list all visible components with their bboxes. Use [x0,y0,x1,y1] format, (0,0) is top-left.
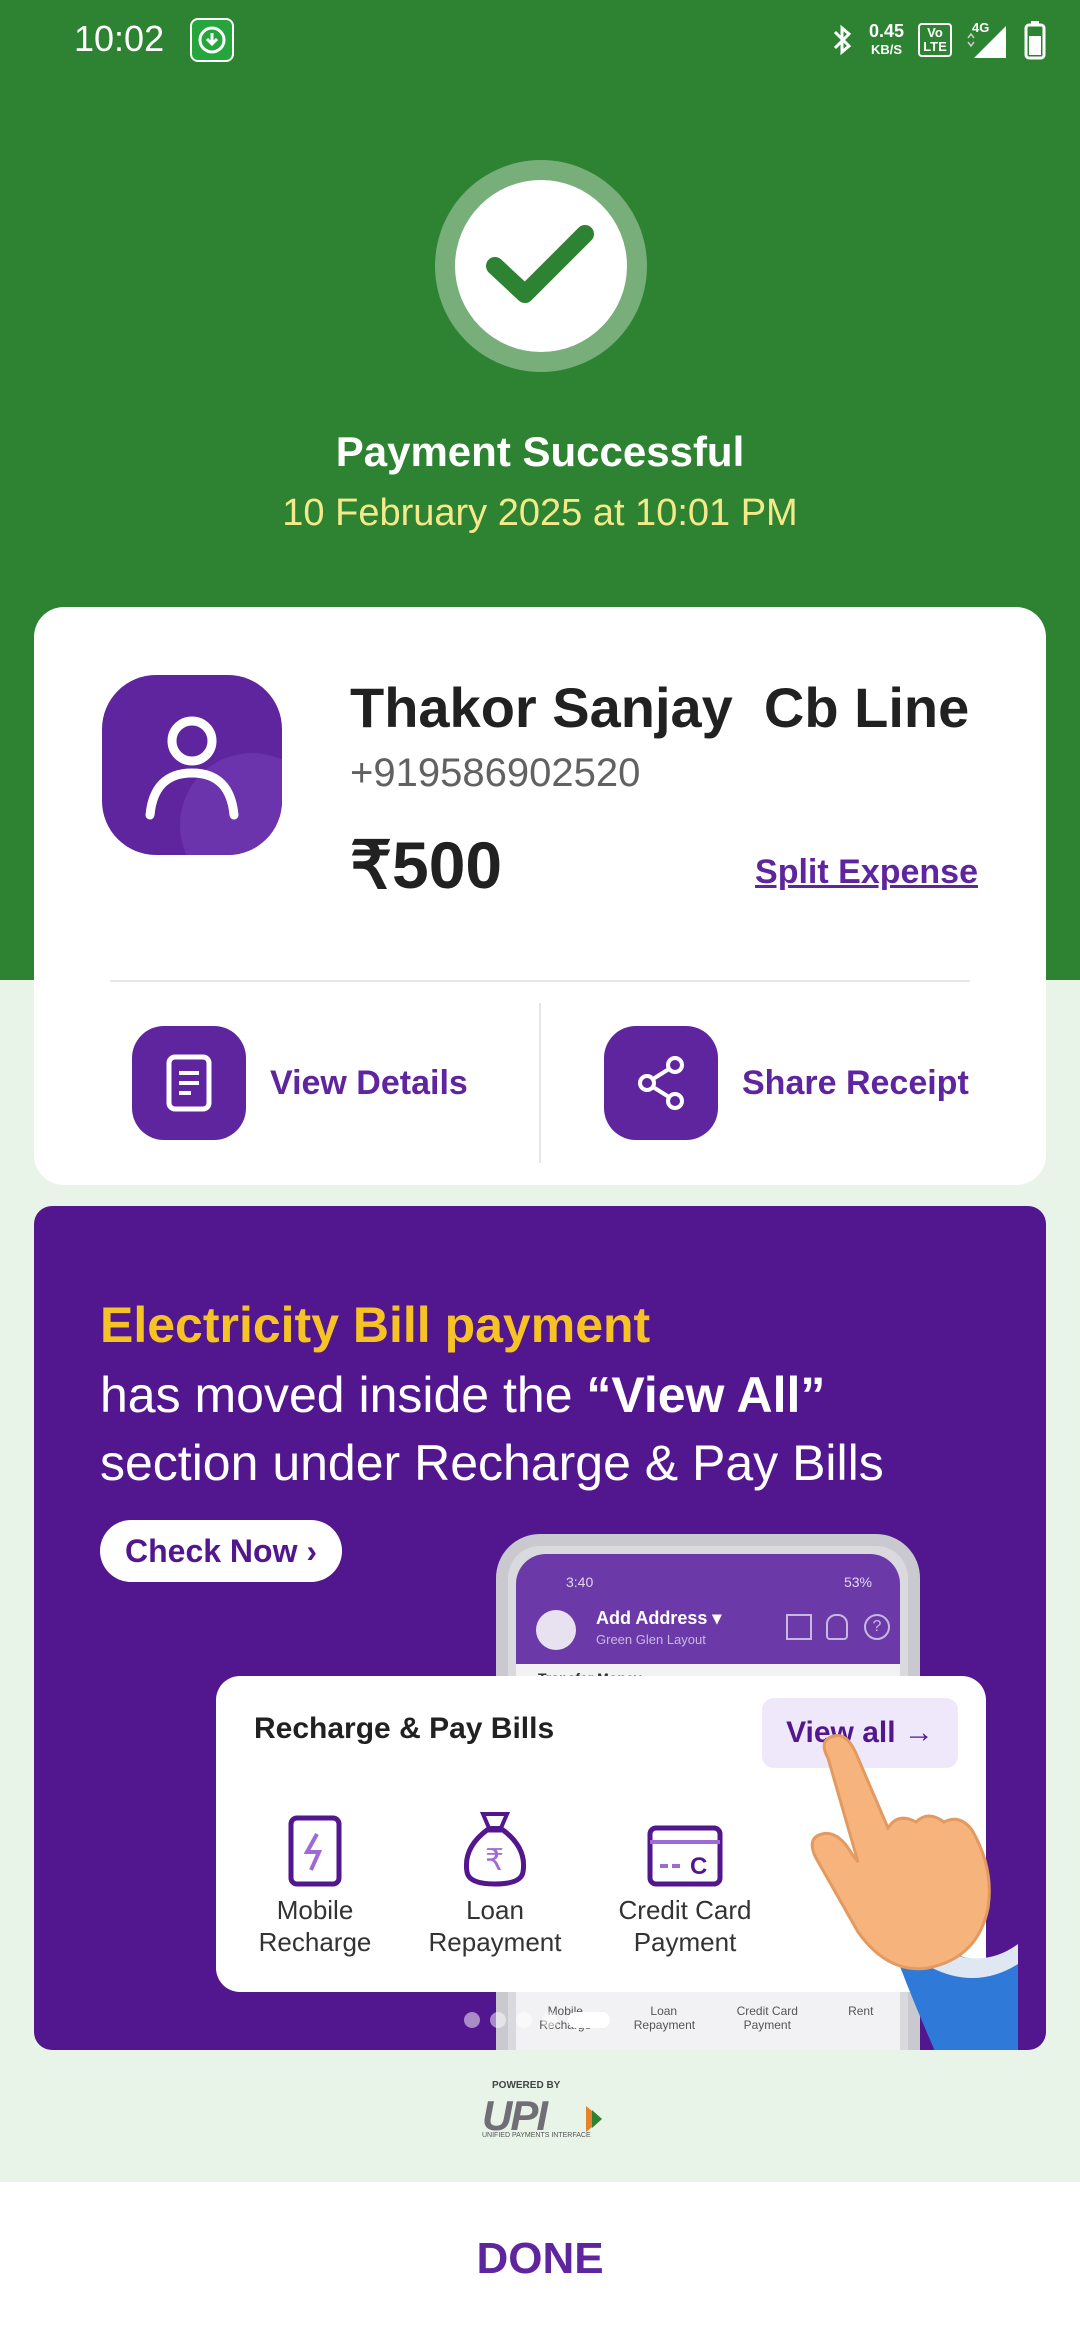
payment-summary-card: Thakor Sanjay Cb Line +919586902520 ₹500… [34,607,1046,1185]
svg-text:C: C [690,1853,707,1880]
banner-line-2-text: has moved inside the [100,1367,587,1423]
loan-icon: ₹ [410,1802,580,1888]
loan-repayment-item: ₹ Loan Repayment [410,1802,580,1958]
payment-amount: ₹500 [350,828,503,902]
phone-mock-avatar [536,1610,576,1650]
volte-bottom: LTE [923,39,947,54]
status-time: 10:02 [74,18,165,59]
view-details-label: View Details [270,1063,468,1102]
view-details-button[interactable]: View Details [132,1025,468,1141]
credit-card-item: C Credit Card Payment [600,1802,770,1958]
card-divider [110,980,970,982]
checkmark-icon [486,225,594,303]
net-speed-value: 0.45 [868,20,904,41]
carousel-dot[interactable] [490,2012,506,2028]
share-receipt-label: Share Receipt [742,1063,969,1102]
volte-top: Vo [927,25,943,40]
svg-text:₹: ₹ [485,1843,504,1878]
loan-label-1: Loan [466,1895,524,1925]
credit-card-icon: C [600,1802,770,1888]
powered-by-label: POWERED BY [492,2080,561,2091]
pointing-hand-icon [788,1718,1018,2050]
phone-mock-help-icon: ? [864,1614,890,1640]
carousel-dot[interactable] [542,2012,558,2028]
carousel-dot[interactable] [464,2012,480,2028]
carousel-dot[interactable] [516,2012,532,2028]
mobile-recharge-label-2: Recharge [258,1927,372,1957]
banner-headline: Electricity Bill payment [100,1297,651,1353]
bottom-bar: DONE [0,2182,1080,2340]
status-bar: 10:02 0.45 KB/S Vo LTE 4G [0,0,1080,80]
share-receipt-button[interactable]: Share Receipt [604,1025,969,1141]
payee-avatar-icon [102,675,282,855]
banner-line-2: has moved inside the “View All” [100,1366,825,1424]
svg-text:4G: 4G [972,20,989,35]
recharge-pay-bills-title: Recharge & Pay Bills [254,1712,555,1745]
upi-logo: POWERED BY UPI UNIFIED PAYMENTS INTERFAC… [480,2080,604,2140]
success-badge [435,160,647,372]
carousel-indicator [464,2012,610,2028]
whatsapp-notification-icon [190,18,234,62]
upi-arrow-icon [586,2106,602,2132]
payment-status-title: Payment Successful [335,428,745,475]
banner-line-3: section under Recharge & Pay Bills [100,1435,884,1491]
upi-subtitle: UNIFIED PAYMENTS INTERFACE [482,2132,591,2139]
phone-mock-qr-icon [786,1614,812,1640]
actions-divider [539,1003,541,1163]
receipt-icon [132,1026,246,1140]
mobile-recharge-label-1: Mobile [276,1895,354,1925]
share-icon [604,1026,718,1140]
phone-mock-address: Add Address ▾ [596,1608,722,1628]
net-speed-unit: KB/S [870,41,902,57]
mobile-recharge-item: Mobile Recharge [230,1802,400,1958]
credit-card-label-1: Credit Card [618,1895,752,1925]
check-now-button[interactable]: Check Now › [100,1520,342,1582]
loan-label-2: Repayment [428,1927,562,1957]
payee-phone: +919586902520 [350,751,641,795]
payee-name: Thakor Sanjay Cb Line [350,676,970,739]
phone-mock-bell-icon [826,1614,848,1640]
phone-mock-battery: 53% [843,1574,872,1590]
phone-mock-item: Loan Repayment [633,2004,696,2032]
network-speed: 0.45 KB/S [868,20,904,58]
mobile-recharge-icon [230,1802,400,1888]
done-button[interactable]: DONE [0,2234,1080,2284]
promo-banner[interactable]: Electricity Bill payment has moved insid… [34,1206,1046,2050]
signal-4g-icon: 4G [966,20,1010,60]
credit-card-label-2: Payment [633,1927,737,1957]
banner-view-all-text: “View All” [586,1367,826,1423]
volte-icon: Vo LTE [918,23,952,57]
payment-datetime: 10 February 2025 at 10:01 PM [282,492,798,534]
bluetooth-icon [831,22,855,58]
phone-mock-time: 3:40 [566,1574,594,1590]
battery-icon [1024,20,1046,60]
split-expense-link[interactable]: Split Expense [755,853,978,892]
carousel-dot-active[interactable] [568,2012,610,2028]
phone-mock-address-sub: Green Glen Layout [596,1632,706,1647]
